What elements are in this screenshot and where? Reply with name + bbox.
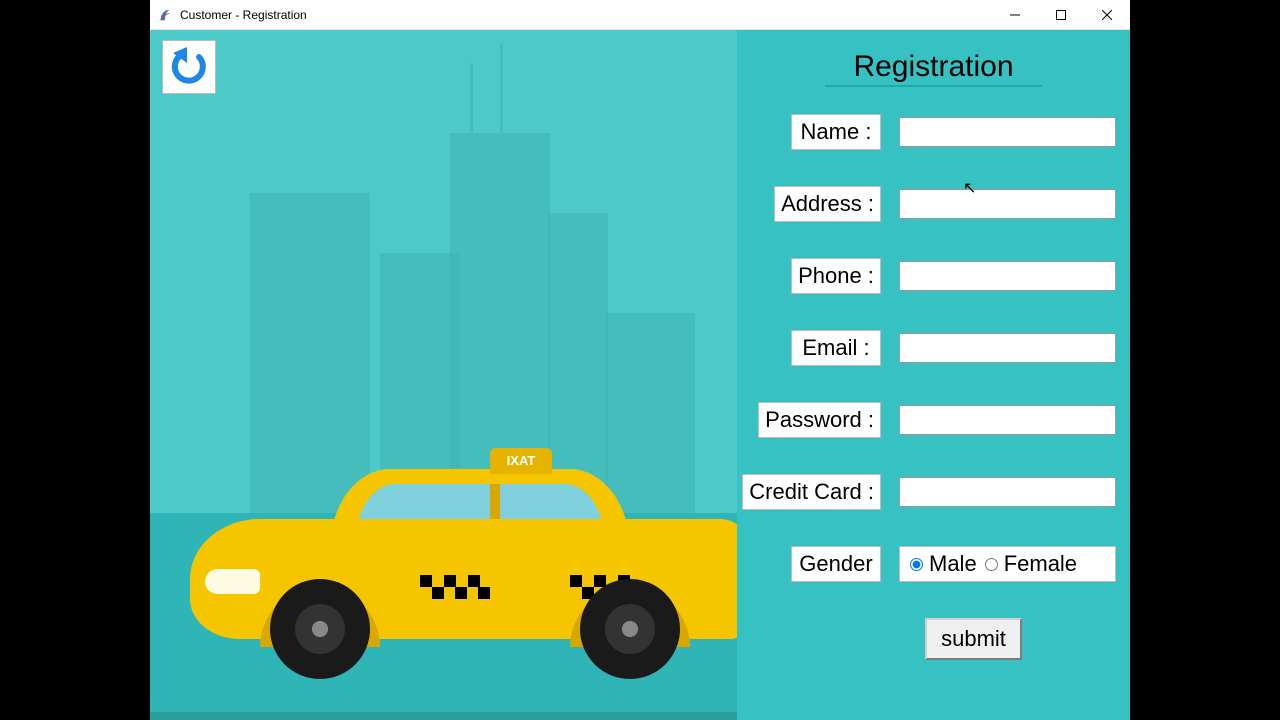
credit-card-label: Credit Card :	[742, 474, 881, 510]
app-window: Customer - Registration	[150, 0, 1130, 720]
minimize-button[interactable]	[992, 0, 1038, 30]
taxi-sign: IXAT	[490, 448, 552, 474]
email-label: Email :	[791, 330, 881, 366]
tk-icon	[158, 8, 172, 22]
illustration-pane: IXAT	[150, 30, 737, 720]
address-input[interactable]	[899, 189, 1116, 219]
password-label: Password :	[758, 402, 881, 438]
close-icon	[1102, 10, 1112, 20]
email-input[interactable]	[899, 333, 1116, 363]
gender-female-radio[interactable]	[985, 558, 998, 571]
back-arrow-icon	[169, 47, 209, 87]
password-input[interactable]	[899, 405, 1116, 435]
address-label: Address :	[774, 186, 881, 222]
page-title: Registration	[751, 50, 1116, 84]
titlebar: Customer - Registration	[150, 0, 1130, 30]
content-area: IXAT Registration Name : Address :	[150, 30, 1130, 720]
registration-form: Registration Name : Address : Phone : Em…	[737, 30, 1130, 720]
name-label: Name :	[791, 114, 881, 150]
submit-button[interactable]: submit	[925, 618, 1022, 660]
wheel-icon	[270, 579, 370, 679]
name-input[interactable]	[899, 117, 1116, 147]
phone-label: Phone :	[791, 258, 881, 294]
maximize-button[interactable]	[1038, 0, 1084, 30]
wheel-icon	[580, 579, 680, 679]
gender-male-label: Male	[929, 551, 977, 577]
gender-male-radio[interactable]	[910, 558, 923, 571]
back-button[interactable]	[162, 40, 216, 94]
gender-group: Male Female	[899, 546, 1116, 582]
phone-input[interactable]	[899, 261, 1116, 291]
maximize-icon	[1056, 10, 1066, 20]
close-button[interactable]	[1084, 0, 1130, 30]
minimize-icon	[1010, 10, 1020, 20]
gender-label: Gender	[791, 546, 881, 582]
taxi-illustration: IXAT	[190, 419, 737, 679]
gender-female-label: Female	[1004, 551, 1077, 577]
credit-card-input[interactable]	[899, 477, 1116, 507]
window-title: Customer - Registration	[180, 8, 992, 22]
